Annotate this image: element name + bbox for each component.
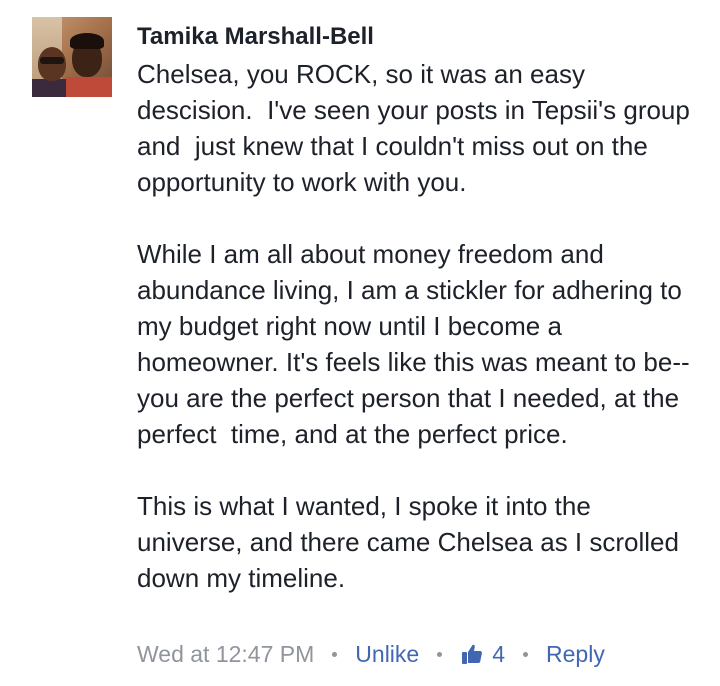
comment-body: Chelsea, you ROCK, so it was an easy des… xyxy=(137,56,697,596)
reply-button[interactable]: Reply xyxy=(546,641,605,668)
avatar-person-right-shirt xyxy=(66,77,112,97)
comment-timestamp[interactable]: Wed at 12:47 PM xyxy=(137,641,314,668)
comment: Tamika Marshall-Bell Chelsea, you ROCK, … xyxy=(0,0,720,686)
separator-dot xyxy=(332,651,338,657)
like-count: 4 xyxy=(492,640,506,667)
avatar-person-left-face xyxy=(38,47,66,81)
comment-paragraph: This is what I wanted, I spoke it into t… xyxy=(137,491,687,593)
avatar[interactable] xyxy=(32,17,112,97)
thumbs-up-icon xyxy=(462,644,483,664)
comment-actions: Wed at 12:47 PM Unlike 4 Reply xyxy=(137,638,605,670)
comment-paragraph: Chelsea, you ROCK, so it was an easy des… xyxy=(137,59,698,197)
separator-dot xyxy=(523,651,529,657)
avatar-glasses xyxy=(40,57,64,64)
like-count-button[interactable]: 4 xyxy=(460,641,505,668)
comment-author[interactable]: Tamika Marshall-Bell xyxy=(137,22,374,52)
avatar-person-right-hair xyxy=(70,33,104,49)
separator-dot xyxy=(437,651,443,657)
comment-paragraph: While I am all about money freedom and a… xyxy=(137,239,690,449)
unlike-button[interactable]: Unlike xyxy=(355,641,419,668)
